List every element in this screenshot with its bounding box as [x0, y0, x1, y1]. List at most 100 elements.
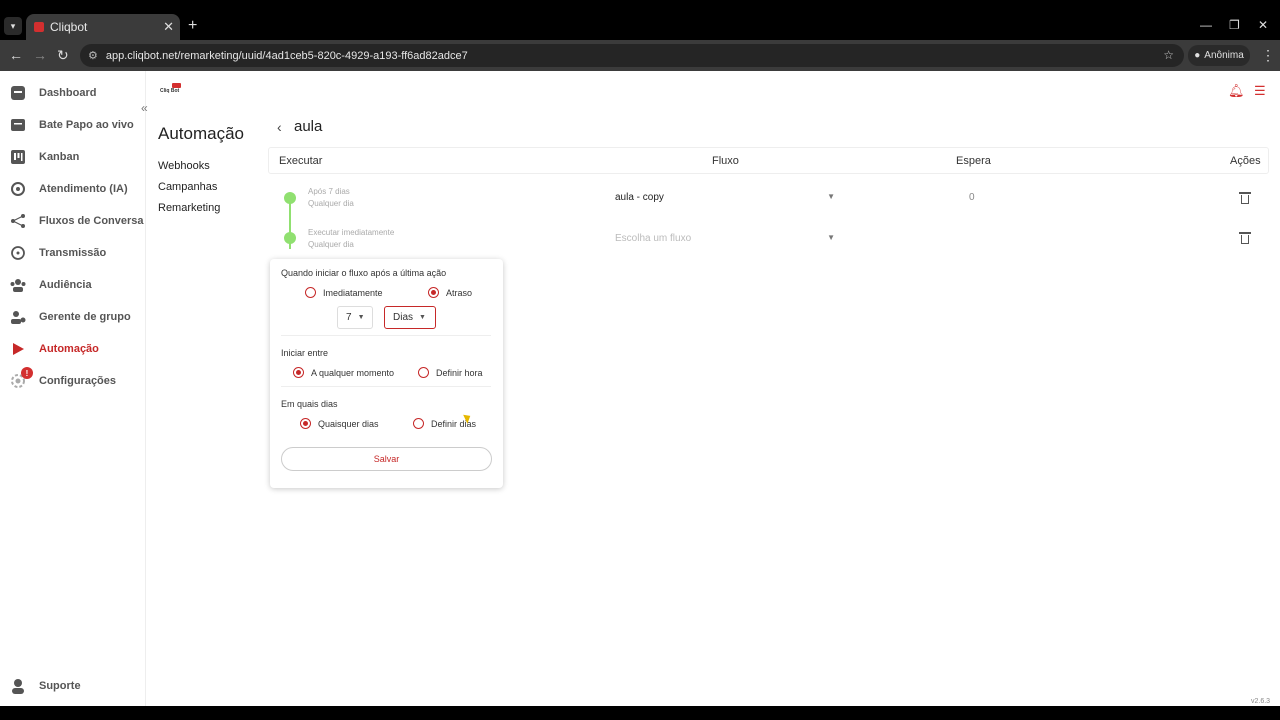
sidebar-item-label: Kanban: [39, 151, 80, 163]
save-button[interactable]: Salvar: [281, 447, 492, 471]
radio-label: Imediatamente: [323, 287, 383, 298]
flow-select-value: aula - copy: [615, 192, 664, 203]
header-executar: Executar: [279, 155, 323, 167]
sidebar-item-transmissao[interactable]: Transmissão: [10, 243, 106, 263]
notification-bell-icon[interactable]: 🔔︎: [1228, 83, 1245, 99]
forward-icon[interactable]: →: [33, 47, 47, 63]
sidebar-item-label: Bate Papo ao vivo: [39, 119, 134, 131]
sidebar-item-label: Fluxos de Conversa: [39, 215, 144, 227]
start-between-label: Iniciar entre: [281, 348, 329, 358]
sidebar-item-label: Gerente de grupo: [39, 311, 131, 323]
sidebar-item-label: Audiência: [39, 279, 92, 291]
url-text: app.cliqbot.net/remarketing/uuid/4ad1ceb…: [105, 49, 468, 62]
incognito-icon: ●: [1194, 50, 1201, 61]
timeline-dot[interactable]: [284, 232, 296, 244]
settings-alert-badge: !: [21, 367, 33, 379]
dashboard-icon: [10, 85, 26, 101]
radio-label: A qualquer momento: [311, 367, 395, 378]
flow-select[interactable]: aula - copy ▼: [615, 192, 835, 203]
kanban-icon: [10, 149, 26, 165]
radio-circle: [300, 418, 311, 429]
radio-set-time[interactable]: Definir hora: [418, 367, 483, 378]
logo-text: Cliq Bot: [160, 88, 180, 94]
header-espera: Espera: [956, 155, 991, 167]
delete-icon[interactable]: [1239, 232, 1251, 244]
favicon-icon: [34, 22, 44, 32]
radio-immediately[interactable]: Imediatamente: [305, 287, 383, 298]
radio-circle: [418, 367, 429, 378]
delay-unit-value: Dias: [393, 312, 414, 323]
radio-any-time[interactable]: A qualquer momento: [293, 367, 394, 378]
wait-value: 0: [969, 192, 975, 203]
subnav-remarketing[interactable]: Remarketing: [158, 202, 220, 214]
chevron-down-icon: ▼: [827, 233, 835, 242]
collapse-sidebar-icon[interactable]: «: [141, 101, 148, 115]
bookmark-star-icon[interactable]: ☆: [1163, 48, 1174, 62]
sidebar-item-label: Configurações: [39, 375, 117, 387]
sidebar-item-automacao[interactable]: Automação: [10, 339, 99, 359]
radio-circle: [413, 418, 424, 429]
audience-icon: [10, 277, 26, 293]
timing-popup: Quando iniciar o fluxo após a última açã…: [270, 259, 503, 488]
sidebar-item-audiencia[interactable]: Audiência: [10, 275, 92, 295]
screen: ▾ Cliqbot ✕ + — ❐ ✕ ← → ↻ ⚙ app.cliqbot.…: [0, 0, 1280, 720]
site-info-icon[interactable]: ⚙: [88, 49, 98, 62]
flow-select-placeholder: Escolha um fluxo: [615, 233, 692, 244]
page-title: aula: [294, 118, 323, 135]
header-acoes: Ações: [1230, 155, 1261, 167]
support-icon: [10, 678, 26, 694]
header-fluxo: Fluxo: [712, 155, 739, 167]
chevron-down-icon: ▼: [419, 314, 426, 321]
url-bar[interactable]: ⚙ app.cliqbot.net/remarketing/uuid/4ad1c…: [80, 44, 1184, 67]
close-window-icon[interactable]: ✕: [1258, 18, 1268, 32]
delete-icon[interactable]: [1239, 192, 1251, 204]
sidebar-item-dashboard[interactable]: Dashboard: [10, 83, 96, 103]
step-title[interactable]: Após 7 dias: [308, 187, 350, 196]
sidebar-item-kanban[interactable]: Kanban: [10, 147, 79, 167]
back-chevron-icon[interactable]: ‹: [277, 119, 282, 135]
subnav-campanhas[interactable]: Campanhas: [158, 181, 217, 193]
version-label: v2.6.3: [1251, 698, 1271, 705]
sidebar-item-atendimento[interactable]: Atendimento (IA): [10, 179, 128, 199]
sidebar-item-label: Dashboard: [39, 87, 97, 99]
incognito-badge[interactable]: ● Anônima: [1188, 45, 1250, 66]
group-icon: [10, 309, 26, 325]
sidebar-item-suporte[interactable]: Suporte: [10, 676, 81, 696]
radio-any-days[interactable]: Quaisquer dias: [300, 418, 379, 429]
tab-search-icon[interactable]: ▾: [4, 17, 22, 35]
cliqbot-logo[interactable]: Cliq Bot: [160, 83, 188, 97]
section-title: Automação: [158, 124, 244, 143]
divider: [281, 386, 491, 387]
browser-tab[interactable]: Cliqbot ✕: [26, 14, 180, 40]
reload-icon[interactable]: ↻: [57, 47, 69, 64]
radio-delay[interactable]: Atraso: [428, 287, 472, 298]
divider: [281, 335, 491, 336]
flow-select[interactable]: Escolha um fluxo ▼: [615, 233, 835, 244]
chevron-down-icon: ▼: [357, 314, 365, 321]
subnav-webhooks[interactable]: Webhooks: [158, 160, 210, 172]
sidebar-item-fluxos[interactable]: Fluxos de Conversa: [10, 211, 144, 231]
settings-sliders-icon[interactable]: ☰: [1254, 83, 1266, 99]
play-icon: [10, 341, 26, 357]
delay-amount-select[interactable]: 7 ▼: [337, 306, 373, 329]
browser-tabbar: ▾ Cliqbot ✕ + — ❐ ✕: [0, 0, 1280, 40]
sidebar-item-gerente[interactable]: Gerente de grupo: [10, 307, 131, 327]
restore-icon[interactable]: ❐: [1229, 18, 1240, 32]
step-title[interactable]: Executar imediatamente: [308, 228, 394, 237]
delay-amount-value: 7: [346, 312, 352, 323]
radio-label: Atraso: [446, 287, 473, 298]
radio-circle: [428, 287, 439, 298]
radio-label: Definir hora: [436, 367, 483, 378]
when-label: Quando iniciar o fluxo após a última açã…: [281, 268, 447, 278]
browser-menu-icon[interactable]: ⋮: [1261, 47, 1275, 64]
timeline-dot[interactable]: [284, 192, 296, 204]
sidebar-item-label: Transmissão: [39, 247, 107, 259]
close-tab-icon[interactable]: ✕: [163, 19, 174, 35]
delay-unit-select[interactable]: Dias ▼: [384, 306, 436, 329]
sidebar-item-bate-papo[interactable]: Bate Papo ao vivo: [10, 115, 134, 135]
back-icon[interactable]: ←: [9, 47, 23, 63]
new-tab-icon[interactable]: +: [188, 17, 197, 35]
step-subtitle: Qualquer dia: [308, 199, 354, 208]
chat-icon: [10, 117, 26, 133]
minimize-icon[interactable]: —: [1200, 18, 1212, 32]
